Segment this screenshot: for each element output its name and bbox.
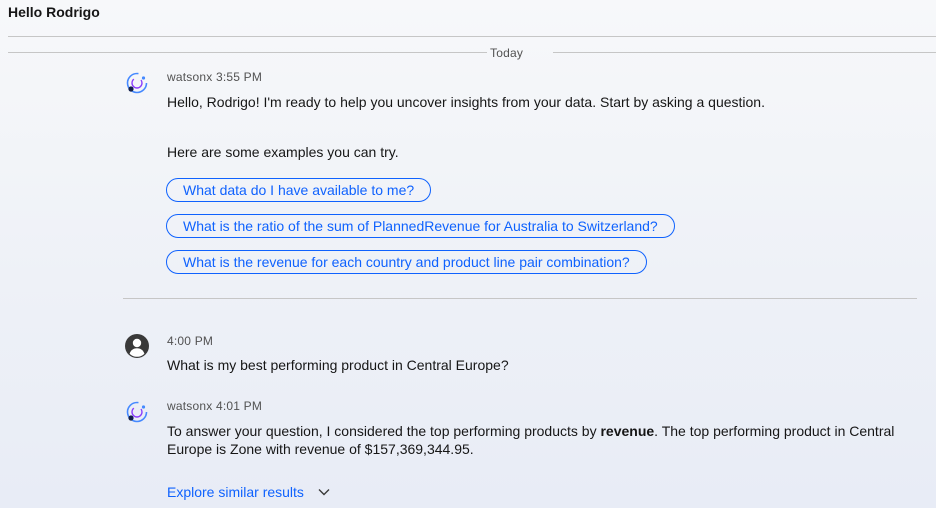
chevron-down-icon <box>318 489 330 496</box>
watsonx-icon <box>124 399 150 425</box>
examples-intro: Here are some examples you can try. <box>167 144 399 160</box>
message-time: 4:01 PM <box>215 399 263 413</box>
date-divider-line-right <box>553 52 936 53</box>
section-divider <box>123 298 917 299</box>
page-title: Hello Rodrigo <box>8 4 100 20</box>
header-divider <box>8 36 936 37</box>
answer-text-bold: revenue <box>600 423 655 439</box>
message-meta: watsonx 3:55 PM <box>167 70 262 84</box>
suggestion-button-revenue-ratio[interactable]: What is the ratio of the sum of PlannedR… <box>166 214 675 238</box>
message-sender: watsonx <box>167 70 213 84</box>
suggestion-button-country-product-revenue[interactable]: What is the revenue for each country and… <box>166 250 647 274</box>
suggestion-button-available-data[interactable]: What data do I have available to me? <box>166 178 432 202</box>
message-meta: watsonx 4:01 PM <box>167 399 262 413</box>
message-time: 4:00 PM <box>167 334 214 348</box>
message-time: 3:55 PM <box>215 70 263 84</box>
user-avatar-icon <box>124 333 150 359</box>
explore-similar-results-button[interactable]: Explore similar results <box>167 484 330 500</box>
message-text: To answer your question, I considered th… <box>167 422 927 458</box>
date-divider-line-left <box>8 52 487 53</box>
date-divider <box>8 52 936 53</box>
watsonx-icon <box>124 70 150 96</box>
message-sender: watsonx <box>167 399 213 413</box>
answer-text-start: To answer your question, I considered th… <box>167 423 601 439</box>
message-text: Hello, Rodrigo! I'm ready to help you un… <box>167 94 765 110</box>
explore-label: Explore similar results <box>167 484 304 500</box>
message-text: What is my best performing product in Ce… <box>167 357 509 373</box>
date-divider-label: Today <box>490 46 524 60</box>
